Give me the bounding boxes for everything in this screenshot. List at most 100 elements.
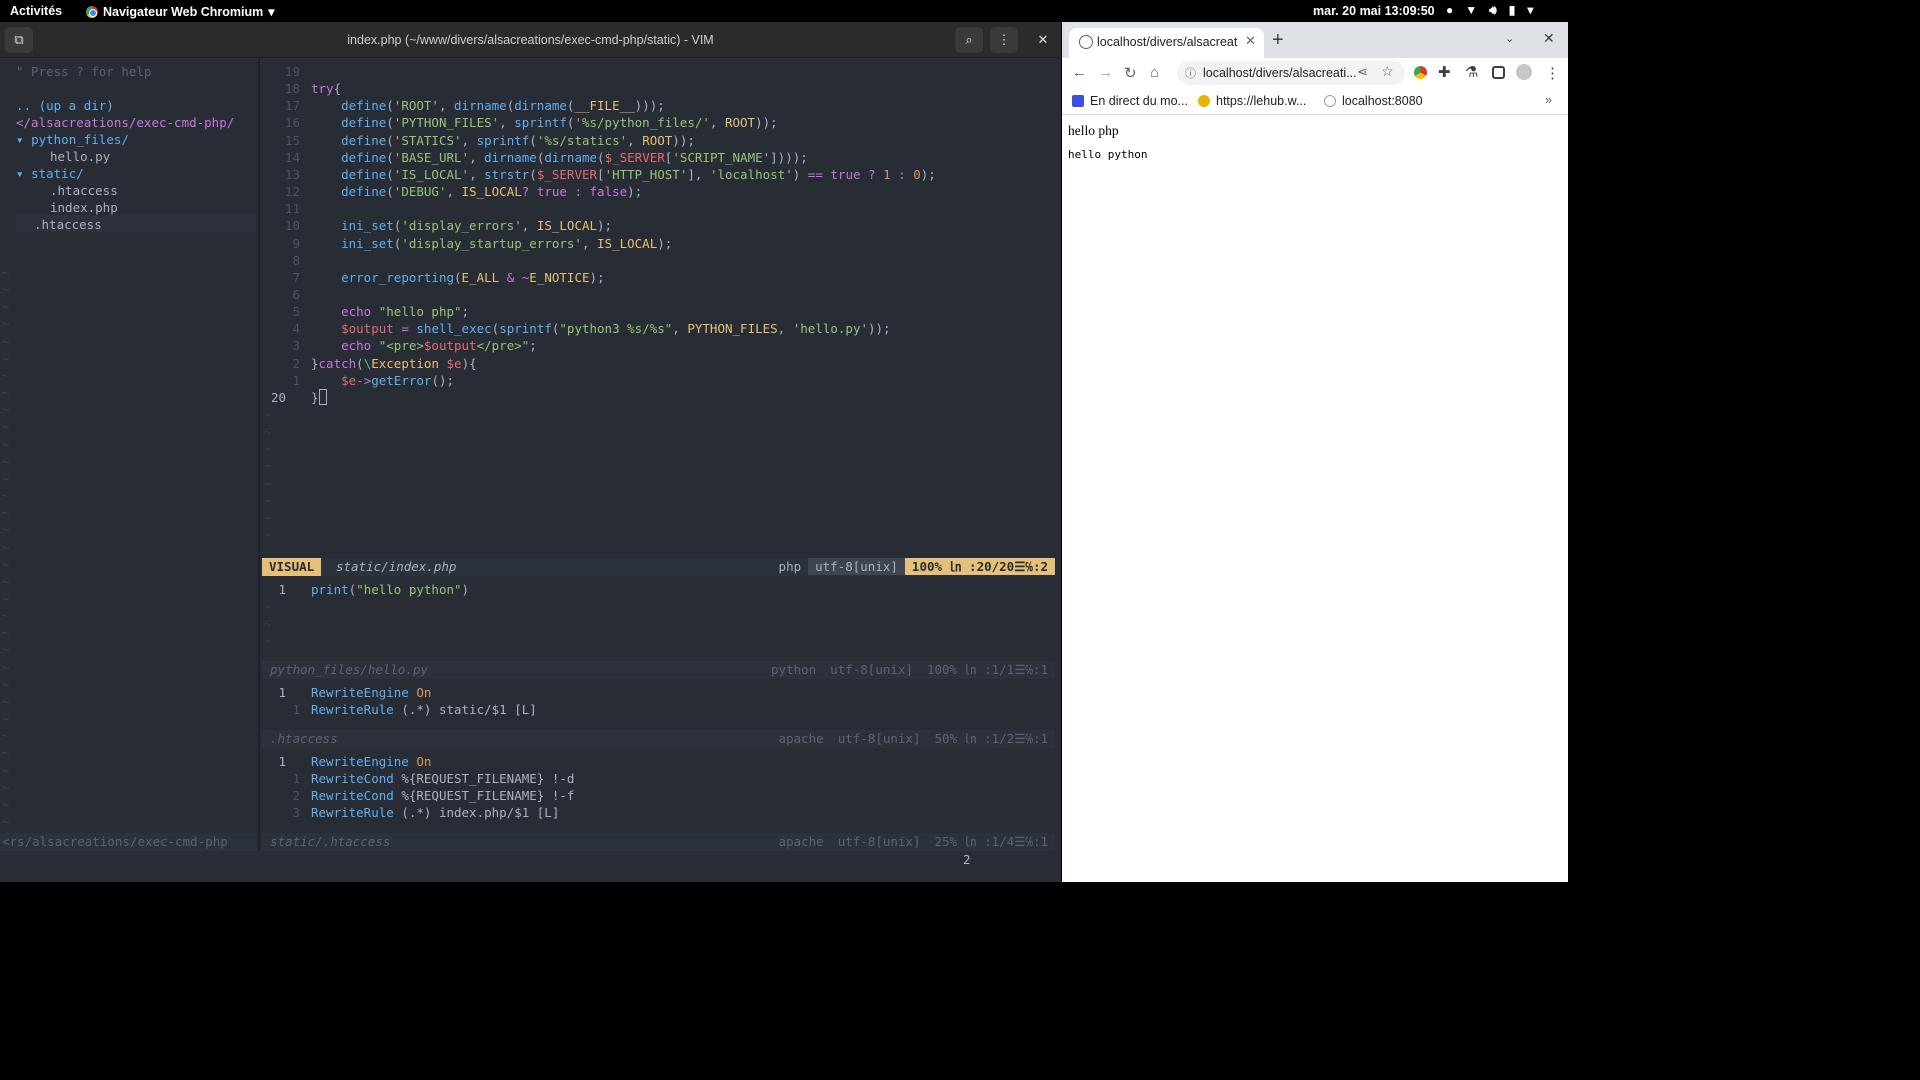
code-line[interactable]: define('DEBUG', IS_LOCAL? true : false); bbox=[311, 183, 642, 200]
code-line[interactable]: RewriteCond %{REQUEST_FILENAME} !-f bbox=[311, 787, 574, 804]
code-line[interactable]: define('STATICS', sprintf('%s/statics', … bbox=[311, 132, 695, 149]
code-line[interactable]: echo "<pre>$output</pre>"; bbox=[311, 337, 537, 354]
code-line[interactable]: }catch(\Exception $e){ bbox=[311, 355, 477, 372]
forward-arrow-icon[interactable]: → bbox=[1098, 64, 1113, 81]
chromium-icon bbox=[86, 5, 98, 18]
app-menu-label: Navigateur Web Chromium bbox=[103, 4, 264, 19]
code-line[interactable]: define('BASE_URL', dirname(dirname($_SER… bbox=[311, 149, 808, 166]
close-window-button[interactable]: ✕ bbox=[1029, 27, 1057, 53]
menu-button[interactable]: ⋮ bbox=[990, 27, 1018, 53]
extensions-puzzle-icon[interactable]: ✚ bbox=[1438, 63, 1451, 81]
chromium-window: localhost/divers/alsacreat ✕ + ⌄ ✕ ← → ↻… bbox=[1062, 22, 1568, 882]
code-line[interactable]: } bbox=[311, 388, 327, 406]
kebab-menu-icon: ⋮ bbox=[997, 32, 1011, 47]
clock[interactable]: mar. 20 mai 13:09:50 bbox=[1313, 4, 1435, 18]
line-number: 17 bbox=[284, 98, 300, 114]
bookmark-3[interactable]: localhost:8080 bbox=[1324, 94, 1423, 108]
app-menu[interactable]: Navigateur Web Chromium ▾ bbox=[86, 4, 275, 19]
code-line[interactable]: print("hello python") bbox=[311, 581, 469, 598]
tree-root[interactable]: </alsacreations/exec-cmd-php/ bbox=[16, 114, 234, 131]
vertical-split[interactable] bbox=[258, 58, 260, 855]
code-line[interactable]: error_reporting(E_ALL & ~E_NOTICE); bbox=[311, 269, 604, 286]
code-line[interactable]: echo "hello php"; bbox=[311, 303, 469, 320]
tree-file-static-htaccess[interactable]: .htaccess bbox=[50, 182, 118, 199]
activities-button[interactable]: Activités bbox=[10, 4, 62, 18]
code-line[interactable]: ini_set('display_errors', IS_LOCAL); bbox=[311, 217, 612, 234]
tree-dir-static[interactable]: ▾ static/ bbox=[16, 165, 84, 182]
new-tab-button[interactable]: + bbox=[1272, 29, 1284, 52]
bookmark-star-icon[interactable]: ☆ bbox=[1381, 63, 1394, 80]
code-line[interactable]: RewriteEngine On bbox=[311, 684, 431, 701]
tab-localhost[interactable]: localhost/divers/alsacreat ✕ bbox=[1069, 28, 1264, 58]
line-number: 9 bbox=[292, 235, 300, 251]
status-line-tree: <rs/alsacreations/exec-cmd-php bbox=[0, 833, 257, 851]
chrome-extension-icon[interactable] bbox=[1414, 66, 1427, 79]
code-line[interactable]: try{ bbox=[311, 80, 341, 97]
site-info-icon[interactable]: ⓘ bbox=[1185, 65, 1196, 81]
code-line[interactable]: $e->getError(); bbox=[311, 372, 454, 389]
tab-strip: localhost/divers/alsacreat ✕ + ⌄ ✕ bbox=[1062, 22, 1568, 58]
kebab-menu-icon[interactable]: ⋮ bbox=[1545, 64, 1560, 82]
code-line[interactable]: define('ROOT', dirname(dirname(__FILE__)… bbox=[311, 97, 665, 114]
status-position: ㏑ :20/20☰℅:2 bbox=[949, 558, 1055, 576]
tree-expanded-icon: ▾ bbox=[16, 166, 32, 181]
tree-help: " Press ? for help bbox=[16, 64, 152, 79]
profile-avatar-icon[interactable] bbox=[1516, 64, 1532, 80]
code-line[interactable]: define('IS_LOCAL', strstr($_SERVER['HTTP… bbox=[311, 166, 936, 183]
code-line[interactable]: RewriteCond %{REQUEST_FILENAME} !-d bbox=[311, 770, 574, 787]
tab-close-icon[interactable]: ✕ bbox=[1245, 33, 1256, 49]
line-number: 1 bbox=[292, 771, 300, 787]
close-window-button[interactable]: ✕ bbox=[1543, 30, 1555, 47]
bookmark-2[interactable]: https://lehub.w... bbox=[1198, 94, 1306, 108]
editor-index-php[interactable]: 19 18 try{17 define('ROOT', dirname(dirnam… bbox=[262, 58, 1056, 563]
tree-file-hello-py[interactable]: hello.py bbox=[50, 148, 110, 165]
status-encoding: utf-8[unix] bbox=[808, 558, 905, 576]
line-number: 1 bbox=[278, 754, 286, 769]
tab-search-chevron-icon[interactable]: ⌄ bbox=[1505, 32, 1514, 45]
bookmark-label: https://lehub.w... bbox=[1216, 94, 1307, 108]
tree-file-index-php[interactable]: index.php bbox=[50, 199, 118, 216]
side-panel-icon[interactable] bbox=[1492, 66, 1505, 79]
system-tray[interactable]: ● ▼ 🔊︎ ▮ ▾ bbox=[1446, 3, 1533, 18]
empty-line-marker: ~ bbox=[264, 599, 272, 615]
close-icon: ✕ bbox=[1037, 32, 1049, 47]
tree-file-root-htaccess[interactable]: .htaccess bbox=[34, 216, 102, 233]
bookmark-favicon-icon bbox=[1198, 95, 1210, 107]
code-line[interactable]: $output = shell_exec(sprintf("python3 %s… bbox=[311, 320, 890, 337]
editor-root-htaccess[interactable]: 1 RewriteEngine On 1 RewriteRule (.*) stati… bbox=[262, 679, 1056, 730]
back-arrow-icon[interactable]: ← bbox=[1072, 64, 1087, 81]
reload-icon[interactable]: ↻ bbox=[1124, 64, 1137, 82]
line-number: 2 bbox=[292, 788, 300, 804]
editor-hello-py[interactable]: 1 print("hello python") ~ ~ ~ bbox=[262, 576, 1056, 661]
tree-up-dir[interactable]: .. (up a dir) bbox=[16, 97, 114, 114]
tree-expanded-icon: ▾ bbox=[16, 132, 32, 147]
code-line[interactable]: define('PYTHON_FILES', sprintf('%s/pytho… bbox=[311, 114, 778, 131]
line-number: 4 bbox=[292, 321, 300, 337]
address-bar[interactable]: ⓘ localhost/divers/alsacreati... ⋖ ☆ bbox=[1177, 61, 1405, 85]
tree-empty-lines: ~ ~ ~ ~ ~ ~ ~ ~ ~ ~ ~ ~ ~ ~ ~ ~ ~ ~ ~ ~ … bbox=[2, 265, 10, 829]
code-line[interactable]: RewriteRule (.*) static/$1 [L] bbox=[311, 701, 537, 718]
code-line[interactable]: RewriteRule (.*) index.php/$1 [L] bbox=[311, 804, 559, 821]
status-encoding: utf-8[unix] bbox=[837, 834, 921, 849]
tree-dir-python-files[interactable]: ▾ python_files/ bbox=[16, 131, 129, 148]
line-number: 5 bbox=[292, 304, 300, 320]
battery-icon: ▮ bbox=[1508, 3, 1516, 17]
share-icon[interactable]: ⋖ bbox=[1357, 64, 1368, 80]
home-icon[interactable]: ⌂ bbox=[1150, 64, 1159, 81]
more-bookmarks-chevron-icon[interactable]: » bbox=[1545, 93, 1552, 107]
editor-static-htaccess[interactable]: 1 RewriteEngine On 1 RewriteCond %{REQUEST_… bbox=[262, 748, 1056, 833]
code-line[interactable]: RewriteEngine On bbox=[311, 753, 431, 770]
line-number: 6 bbox=[292, 286, 300, 302]
command-line[interactable]: 2 bbox=[0, 851, 1061, 882]
line-number: 15 bbox=[284, 132, 300, 148]
status-percent: 25% bbox=[934, 834, 958, 849]
text-cursor bbox=[318, 388, 327, 405]
bookmarks-bar: En direct du mo... https://lehub.w... lo… bbox=[1062, 88, 1568, 115]
search-button[interactable]: ⌕ bbox=[955, 27, 983, 53]
status-encoding: utf-8[unix] bbox=[837, 731, 921, 746]
window-title: index.php (~/www/divers/alsacreations/ex… bbox=[347, 33, 714, 47]
vim-window: ⧉ index.php (~/www/divers/alsacreations/… bbox=[0, 22, 1061, 882]
lab-flask-icon[interactable]: ⚗ bbox=[1465, 63, 1478, 81]
code-line[interactable]: ini_set('display_startup_errors', IS_LOC… bbox=[311, 235, 672, 252]
bookmark-1[interactable]: En direct du mo... bbox=[1072, 94, 1188, 108]
